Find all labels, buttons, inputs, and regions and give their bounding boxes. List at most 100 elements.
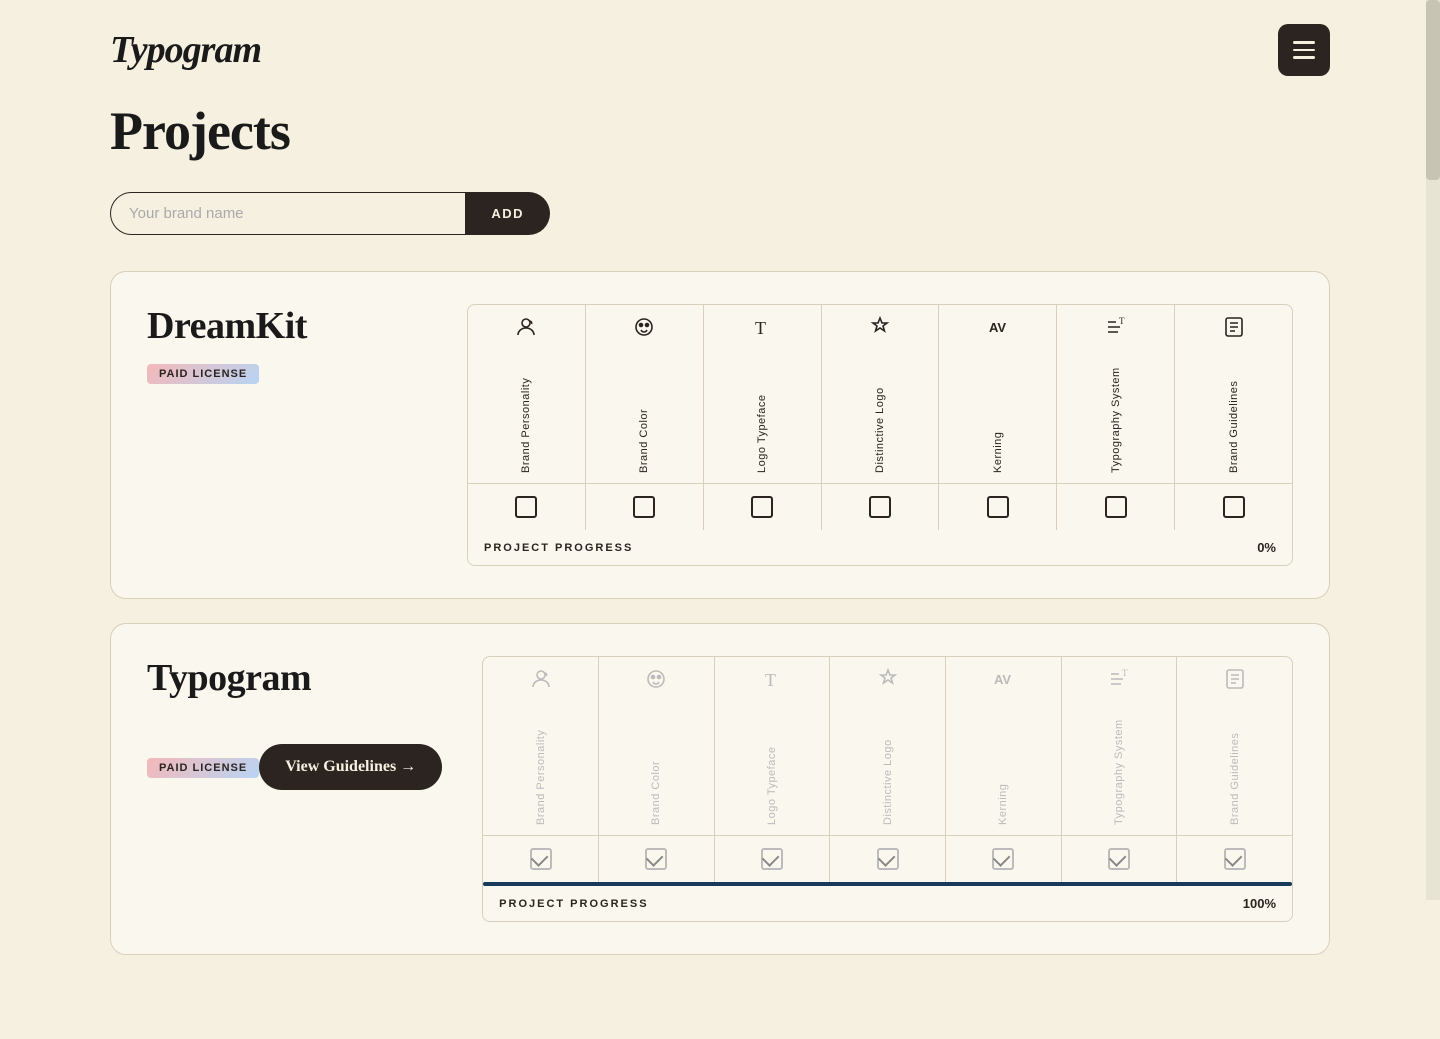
checkbox-brand-personality[interactable] <box>530 848 552 870</box>
brand-name-input[interactable] <box>110 192 465 235</box>
col-typography-system: T Typography System <box>1062 657 1178 835</box>
progress-footer-typogram: PROJECT PROGRESS 100% <box>483 886 1292 921</box>
checkbox-kerning[interactable] <box>987 496 1009 518</box>
col-brand-guidelines: Brand Guidelines <box>1175 305 1292 483</box>
progress-footer-dreamkit: PROJECT PROGRESS 0% <box>468 530 1292 565</box>
checkbox-cell-brand-guidelines[interactable] <box>1177 836 1292 882</box>
brand-color-icon <box>632 315 656 345</box>
col-brand-color: Brand Color <box>599 657 715 835</box>
checkbox-cell-typography-system[interactable] <box>1062 836 1178 882</box>
view-guidelines-button-typogram[interactable]: View Guidelines → <box>259 744 442 790</box>
col-label-typography-system: Typography System <box>1110 353 1122 473</box>
col-label-distinctive-logo: Distinctive Logo <box>874 353 886 473</box>
checkbox-brand-guidelines[interactable] <box>1223 496 1245 518</box>
checkbox-cell-brand-personality[interactable] <box>468 484 586 530</box>
hamburger-menu-button[interactable] <box>1278 24 1330 76</box>
brand-personality-icon <box>529 667 553 697</box>
col-brand-personality: Brand Personality <box>468 305 586 483</box>
checkbox-logo-typeface[interactable] <box>751 496 773 518</box>
project-name-typogram: Typogram <box>147 656 442 700</box>
col-label-kerning: Kerning <box>992 353 1004 473</box>
project-info-dreamkit: DreamKit PAID LICENSE <box>147 304 427 384</box>
license-badge-typogram: PAID LICENSE <box>147 758 259 778</box>
col-distinctive-logo: Distinctive Logo <box>830 657 946 835</box>
checkbox-cell-brand-color[interactable] <box>599 836 715 882</box>
checkbox-typography-system[interactable] <box>1108 848 1130 870</box>
checkbox-brand-personality[interactable] <box>515 496 537 518</box>
scrollbar[interactable] <box>1426 0 1440 900</box>
distinctive-logo-icon <box>868 315 892 345</box>
scrollbar-thumb[interactable] <box>1426 0 1440 180</box>
logo: Typogram <box>110 28 261 72</box>
typography-system-icon: T <box>1107 667 1131 697</box>
checkbox-logo-typeface[interactable] <box>761 848 783 870</box>
page-title: Projects <box>110 100 1330 162</box>
col-kerning: AV Kerning <box>939 305 1057 483</box>
progress-table-typogram: Brand Personality Brand Color T Logo Typefa… <box>482 656 1293 922</box>
checkbox-cell-distinctive-logo[interactable] <box>822 484 940 530</box>
checkbox-cell-kerning[interactable] <box>939 484 1057 530</box>
checkbox-kerning[interactable] <box>992 848 1014 870</box>
progress-label-dreamkit: PROJECT PROGRESS <box>484 542 633 554</box>
col-label-brand-guidelines: Brand Guidelines <box>1229 705 1241 825</box>
progress-value-dreamkit: 0% <box>1257 540 1276 555</box>
checkbox-cell-distinctive-logo[interactable] <box>830 836 946 882</box>
svg-text:T: T <box>755 318 766 338</box>
checkbox-brand-guidelines[interactable] <box>1224 848 1246 870</box>
checkbox-cell-logo-typeface[interactable] <box>715 836 831 882</box>
distinctive-logo-icon <box>876 667 900 697</box>
project-card-typogram: Typogram PAID LICENSEView Guidelines → Bra… <box>110 623 1330 955</box>
progress-label-typogram: PROJECT PROGRESS <box>499 898 648 910</box>
brand-color-icon <box>644 667 668 697</box>
col-brand-color: Brand Color <box>586 305 704 483</box>
progress-value-typogram: 100% <box>1243 896 1276 911</box>
kerning-icon: AV <box>991 667 1015 697</box>
typography-system-icon: T <box>1104 315 1128 345</box>
col-label-brand-color: Brand Color <box>638 353 650 473</box>
col-logo-typeface: T Logo Typeface <box>704 305 822 483</box>
col-label-typography-system: Typography System <box>1113 705 1125 825</box>
col-label-kerning: Kerning <box>997 705 1009 825</box>
checkbox-distinctive-logo[interactable] <box>869 496 891 518</box>
col-kerning: AV Kerning <box>946 657 1062 835</box>
brand-personality-icon <box>514 315 538 345</box>
col-label-logo-typeface: Logo Typeface <box>766 705 778 825</box>
add-project-form: ADD <box>110 192 550 235</box>
col-typography-system: T Typography System <box>1057 305 1175 483</box>
col-brand-guidelines: Brand Guidelines <box>1177 657 1292 835</box>
col-label-brand-guidelines: Brand Guidelines <box>1228 353 1240 473</box>
checkbox-brand-color[interactable] <box>645 848 667 870</box>
checkbox-distinctive-logo[interactable] <box>877 848 899 870</box>
brand-guidelines-icon <box>1223 667 1247 697</box>
brand-guidelines-icon <box>1222 315 1246 345</box>
checkbox-typography-system[interactable] <box>1105 496 1127 518</box>
checkbox-cell-brand-guidelines[interactable] <box>1175 484 1292 530</box>
svg-text:T: T <box>1122 668 1128 678</box>
col-brand-personality: Brand Personality <box>483 657 599 835</box>
license-badge-dreamkit: PAID LICENSE <box>147 364 259 384</box>
project-name-dreamkit: DreamKit <box>147 304 427 348</box>
col-label-distinctive-logo: Distinctive Logo <box>882 705 894 825</box>
checkbox-cell-typography-system[interactable] <box>1057 484 1175 530</box>
col-label-brand-personality: Brand Personality <box>520 353 532 473</box>
project-card-dreamkit: DreamKitPAID LICENSEBrand PersonalityBra… <box>110 271 1330 599</box>
col-distinctive-logo: Distinctive Logo <box>822 305 940 483</box>
col-label-brand-personality: Brand Personality <box>535 705 547 825</box>
svg-text:T: T <box>1119 316 1125 326</box>
kerning-icon: AV <box>986 315 1010 345</box>
progress-table-dreamkit: Brand Personality Brand Color T Logo Typefa… <box>467 304 1293 566</box>
project-info-typogram: Typogram PAID LICENSEView Guidelines → <box>147 656 442 790</box>
checkbox-cell-brand-color[interactable] <box>586 484 704 530</box>
svg-text:AV: AV <box>994 672 1011 687</box>
col-label-brand-color: Brand Color <box>650 705 662 825</box>
checkbox-brand-color[interactable] <box>633 496 655 518</box>
add-project-button[interactable]: ADD <box>465 192 550 235</box>
svg-text:T: T <box>765 670 776 690</box>
checkbox-cell-brand-personality[interactable] <box>483 836 599 882</box>
logo-typeface-icon: T <box>750 315 774 345</box>
checkbox-cell-logo-typeface[interactable] <box>704 484 822 530</box>
col-logo-typeface: T Logo Typeface <box>715 657 831 835</box>
logo-typeface-icon: T <box>760 667 784 697</box>
checkbox-cell-kerning[interactable] <box>946 836 1062 882</box>
col-label-logo-typeface: Logo Typeface <box>756 353 768 473</box>
